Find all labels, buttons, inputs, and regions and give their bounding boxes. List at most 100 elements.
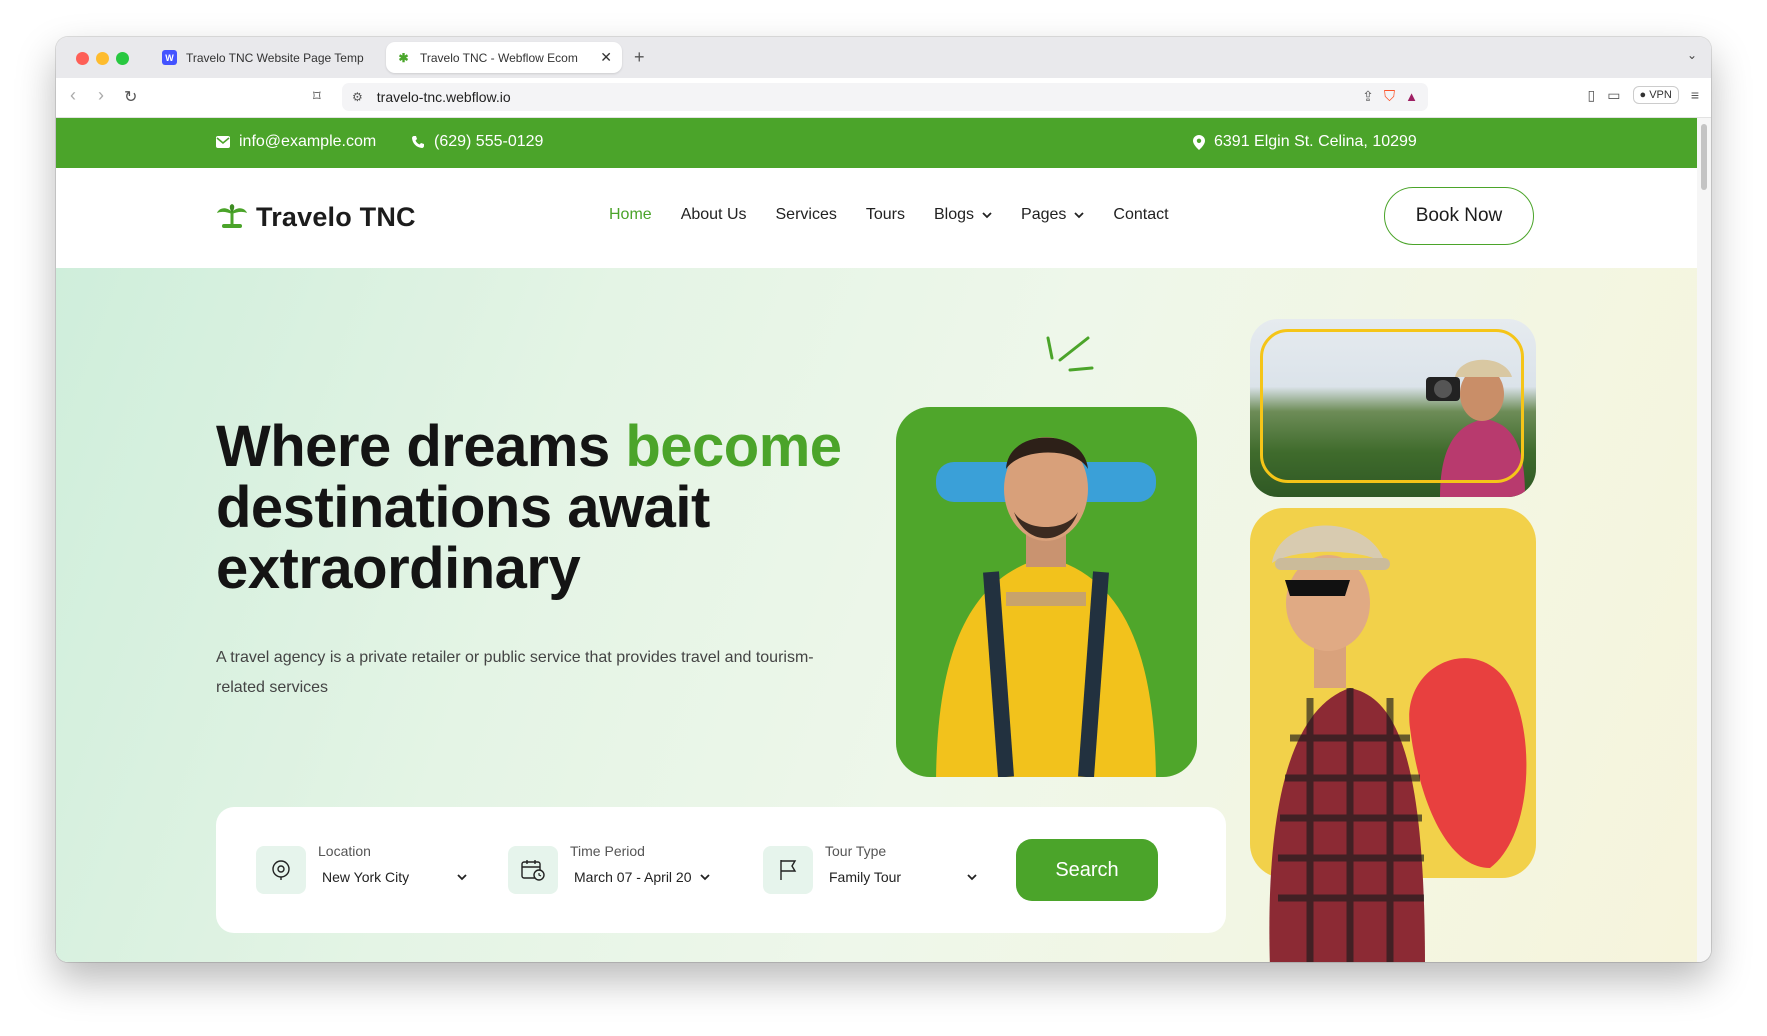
location-icon-box: [256, 846, 306, 894]
email-text: info@example.com: [239, 133, 377, 150]
tour-type-select[interactable]: Family Tour: [829, 869, 977, 885]
book-now-button[interactable]: Book Now: [1384, 187, 1534, 245]
browser-tab-1[interactable]: W Travelo TNC Website Page Templ: [152, 42, 374, 73]
address-text: 6391 Elgin St. Celina, 10299: [1214, 133, 1417, 150]
tab-title: Travelo TNC Website Page Templ: [186, 50, 364, 65]
phone-text: (629) 555-0129: [434, 133, 544, 150]
address-item: 6391 Elgin St. Celina, 10299: [1193, 133, 1417, 151]
sparkle-decoration-icon: [1046, 336, 1094, 372]
vpn-label: VPN: [1649, 89, 1672, 101]
envelope-icon: [216, 136, 230, 148]
phone-item[interactable]: (629) 555-0129: [411, 133, 543, 151]
hero-title-part1: Where dreams: [216, 414, 626, 479]
tab-list-chevron-icon[interactable]: ⌄: [1687, 48, 1697, 62]
nav-services-label: Services: [775, 206, 837, 223]
wallet-icon[interactable]: ▭: [1607, 87, 1620, 104]
nav-pages[interactable]: Pages: [1021, 206, 1085, 224]
close-tab-icon[interactable]: ✕: [600, 49, 612, 66]
location-select[interactable]: New York City: [322, 869, 467, 885]
chevron-down-icon: [1074, 211, 1085, 218]
vpn-button[interactable]: ● VPN: [1632, 86, 1679, 104]
chevron-down-icon: [967, 873, 977, 880]
brave-rewards-icon[interactable]: ▲: [1405, 89, 1418, 104]
maximize-window-button[interactable]: [116, 52, 129, 65]
forward-icon[interactable]: ›: [98, 85, 104, 106]
close-window-button[interactable]: [76, 52, 89, 65]
nav-home[interactable]: Home: [609, 206, 652, 224]
hero-section: Where dreams become destinations await e…: [56, 268, 1697, 962]
browser-window: W Travelo TNC Website Page Templ ✱ Trave…: [56, 37, 1711, 962]
new-tab-button[interactable]: +: [634, 47, 645, 68]
email-item[interactable]: info@example.com: [216, 133, 376, 151]
nav-about-label: About Us: [680, 206, 747, 223]
palm-tree-logo-icon: [217, 203, 247, 228]
nav-contact[interactable]: Contact: [1113, 206, 1168, 224]
bookmark-icon[interactable]: ⌑: [313, 87, 321, 105]
logo-text: Travelo TNC: [256, 202, 416, 232]
hero-title-highlight: become: [625, 414, 842, 479]
location-value: New York City: [322, 869, 410, 885]
share-icon[interactable]: ⇪: [1362, 88, 1374, 105]
site-settings-icon[interactable]: ⚙: [352, 90, 363, 104]
nav-blogs[interactable]: Blogs: [934, 206, 992, 224]
main-nav: Home About Us Services Tours Blogs Pages…: [609, 206, 1169, 224]
map-pin-icon: [272, 860, 290, 880]
location-field[interactable]: Location New York City: [256, 843, 467, 894]
hero-description: A travel agency is a private retailer or…: [216, 649, 814, 696]
webflow-icon: W: [162, 50, 177, 65]
page-scrollbar[interactable]: [1697, 118, 1711, 962]
brave-shield-icon[interactable]: ⛉: [1384, 88, 1395, 105]
menu-icon[interactable]: ≡: [1691, 87, 1699, 103]
backpacker-image: [896, 407, 1197, 777]
minimize-window-button[interactable]: [96, 52, 109, 65]
chevron-down-icon: [457, 873, 467, 880]
tab-title: Travelo TNC - Webflow Ecom: [420, 50, 578, 65]
hero-title: Where dreams become destinations await e…: [216, 416, 856, 599]
address-bar[interactable]: ⚙ travelo-tnc.webflow.io ⇪ ⛉ ▲: [342, 83, 1428, 111]
phone-icon: [412, 136, 424, 148]
chevron-down-icon: [700, 873, 710, 880]
tour-type-value: Family Tour: [829, 869, 902, 885]
nav-contact-label: Contact: [1113, 206, 1169, 223]
browser-tab-2[interactable]: ✱ Travelo TNC - Webflow Ecom ✕: [386, 42, 622, 73]
location-label: Location: [318, 843, 371, 859]
travelo-icon: ✱: [398, 50, 409, 65]
flag-icon-box: [763, 846, 813, 894]
nav-blogs-label: Blogs: [933, 206, 975, 223]
nav-tours-label: Tours: [865, 206, 905, 223]
hero-title-part2: destinations await extraordinary: [216, 475, 710, 601]
search-button[interactable]: Search: [1016, 839, 1158, 901]
nav-tours[interactable]: Tours: [866, 206, 905, 224]
location-pin-icon: [1193, 134, 1205, 150]
url-text[interactable]: travelo-tnc.webflow.io: [377, 89, 511, 105]
flag-icon: [780, 860, 797, 880]
calendar-icon: [521, 860, 545, 881]
tour-search-box: Location New York City Time Period March…: [216, 807, 1226, 933]
scrollbar-thumb[interactable]: [1701, 124, 1707, 190]
calendar-icon-box: [508, 846, 558, 894]
time-period-field[interactable]: Time Period March 07 - April 20: [508, 843, 710, 894]
yellow-frame: [1260, 329, 1524, 483]
contact-topbar: info@example.com (629) 555-0129 6391 Elg…: [56, 118, 1697, 168]
photographer-image: [1250, 319, 1536, 497]
tab-bar: W Travelo TNC Website Page Templ ✱ Trave…: [56, 37, 1711, 78]
chevron-down-icon: [982, 211, 992, 218]
traveler-illustration: [1269, 525, 1527, 962]
browser-toolbar: ‹ › ↻ ⌑ ⚙ travelo-tnc.webflow.io ⇪ ⛉ ▲ ▯…: [56, 78, 1711, 118]
time-period-select[interactable]: March 07 - April 20: [574, 869, 710, 885]
time-period-value: March 07 - April 20: [574, 869, 692, 885]
sidebar-icon[interactable]: ▯: [1588, 87, 1596, 104]
nav-pages-label: Pages: [1021, 206, 1067, 223]
site-header: Travelo TNC Home About Us Services Tours…: [56, 168, 1697, 268]
web-page: info@example.com (629) 555-0129 6391 Elg…: [56, 118, 1697, 962]
time-period-label: Time Period: [570, 843, 645, 859]
nav-services[interactable]: Services: [776, 206, 837, 224]
nav-home-label: Home: [609, 206, 652, 223]
site-logo[interactable]: Travelo TNC: [216, 202, 416, 233]
tour-type-label: Tour Type: [825, 843, 887, 859]
tour-type-field[interactable]: Tour Type Family Tour: [763, 843, 977, 894]
reload-icon[interactable]: ↻: [124, 87, 137, 107]
nav-about[interactable]: About Us: [681, 206, 747, 224]
backpacker-illustration: [936, 437, 1156, 777]
back-icon[interactable]: ‹: [70, 85, 76, 106]
